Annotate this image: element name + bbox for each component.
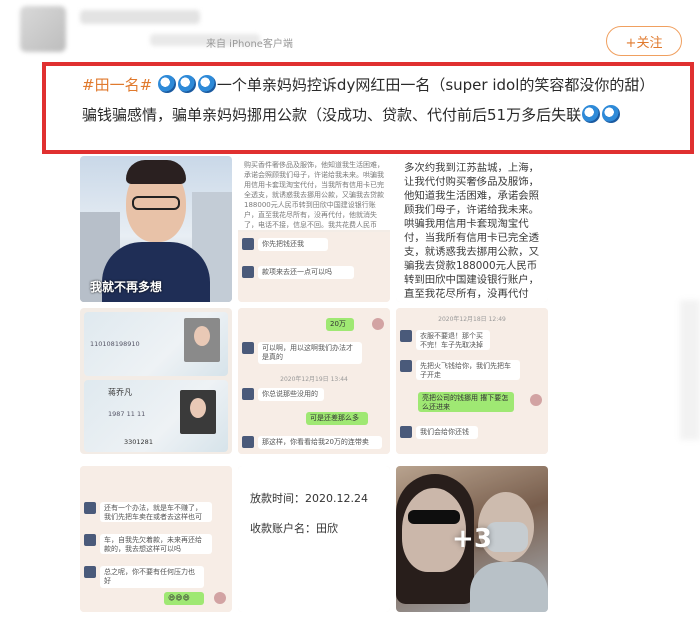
chat-bubble: 还有一个办法，就是车不赚了，我们先把车卖在或者去这样也可以 (100, 502, 212, 522)
image-thumb-2[interactable]: 购买香件奢侈品及服饰，他知道我生活困难，承诺会照顾我们母子，许诺给我未来。哄骗我… (238, 156, 390, 302)
chat-bubble: 可以啊，用以这啊我们办法才是真的 (258, 342, 362, 364)
image-thumb-9[interactable]: +3 (396, 466, 548, 612)
weibo-post-page: 来自 iPhone客户端 +关注 #田一名# 一个单亲妈妈控诉dy网红田一名（s… (0, 0, 700, 628)
post-source: 来自 iPhone客户端 (206, 39, 293, 50)
chat-timestamp: 2020年12月19日 13:44 (280, 376, 348, 383)
post-header: 来自 iPhone客户端 +关注 (0, 0, 700, 58)
post-content: #田一名# 一个单亲妈妈控诉dy网红田一名（super idol的笑容都没你的甜… (82, 70, 692, 130)
username-blurred[interactable] (80, 10, 200, 24)
chat-bubble-green: 可是还差那么多 (306, 412, 368, 425)
glasses-icon (132, 196, 180, 210)
id-card-front: 蒋乔凡 1987 11 11 3301281 (84, 380, 228, 452)
chat-bubble-green: 20万 (326, 318, 354, 331)
more-images-count[interactable]: +3 (396, 466, 548, 612)
chat-bubble: 你先把钱还我 (258, 238, 328, 251)
doge-emoji-icon (177, 75, 196, 93)
chat-bubble: 先把火飞钱给你，我们先把车子开走 (416, 360, 520, 380)
image-thumb-3[interactable]: 多次约我到江苏盐城，上海，让我代付购买奢侈品及服饰，他知道我生活困难，承诺会照顾… (396, 156, 548, 302)
chat-bubble: 那这样，你看看给我20万的连带卖 (258, 436, 382, 449)
doge-emoji-icon (197, 75, 216, 93)
chat-bubble: 款项来去还一点可以吗 (258, 266, 354, 279)
screenshot-text: 多次约我到江苏盐城，上海，让我代付购买奢侈品及服饰，他知道我生活困难，承诺会照顾… (396, 156, 548, 302)
avatar[interactable] (20, 6, 66, 52)
image-thumb-8[interactable]: 放款时间：2020.12.24 收款账户名：田欣 (238, 466, 390, 612)
chat-bubble-green: 😄😄😄 (164, 592, 204, 605)
doge-emoji-icon (157, 75, 176, 93)
image-thumb-5[interactable]: 20万 可以啊，用以这啊我们办法才是真的 2020年12月19日 13:44 你… (238, 308, 390, 454)
chat-bubble-green: 亮把公司的钱挪用 撂下要怎么还进来 (418, 392, 514, 412)
account-name-text: 收款账户名：田欣 (250, 522, 338, 535)
hashtag-link[interactable]: #田一名# (82, 76, 152, 94)
image-thumb-1[interactable]: 我就不再多想 (80, 156, 232, 302)
image-thumb-4[interactable]: 110108198910 蒋乔凡 1987 11 11 3301281 (80, 308, 232, 454)
follow-button[interactable]: +关注 (606, 26, 682, 56)
screenshot-text: 购买香件奢侈品及服饰，他知道我生活困难，承诺会照顾我们母子，许诺给我未来。哄骗我… (238, 156, 390, 230)
chat-bubble: 我们会给你还钱 (416, 426, 478, 439)
image-thumb-6[interactable]: 2020年12月18日 12:49 衣服不要退！那个买不完！车子先取决掉 先把火… (396, 308, 548, 454)
chat-bubble: 总之呢，你不要有任何压力也好 (100, 566, 204, 588)
doge-emoji-icon (582, 105, 601, 123)
chat-bubble: 车，自我先欠着款，未来再还给款的，我去想这样可以吗 (100, 534, 212, 554)
loan-date-text: 放款时间：2020.12.24 (250, 492, 368, 505)
chat-timestamp: 2020年12月18日 12:49 (438, 316, 506, 323)
post-text-highlight: #田一名# 一个单亲妈妈控诉dy网红田一名（super idol的笑容都没你的甜… (42, 62, 694, 154)
post-line-2: 骗钱骗感情，骗单亲妈妈挪用公款（没成功、贷款、代付前后51万多后失联 (82, 106, 582, 124)
chat-bubble: 衣服不要退！那个买不完！车子先取决掉 (416, 330, 490, 350)
doge-emoji-icon (602, 105, 621, 123)
id-card-back: 110108198910 (84, 312, 228, 376)
post-line-1: 一个单亲妈妈控诉dy网红田一名（super idol的笑容都没你的甜） (216, 76, 655, 94)
chat-bubble: 你总说那些没用的 (258, 388, 324, 401)
blurred-edge (680, 300, 700, 440)
image-thumb-7[interactable]: 还有一个办法，就是车不赚了，我们先把车卖在或者去这样也可以 车，自我先欠着款，未… (80, 466, 232, 612)
video-subtitle: 我就不再多想 (90, 280, 163, 294)
